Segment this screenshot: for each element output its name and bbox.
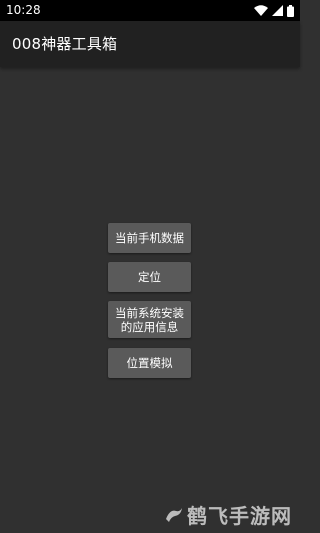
app-title: 008神器工具箱 (12, 35, 118, 53)
location-button[interactable]: 定位 (108, 262, 191, 292)
watermark-text: 鹤飞手游网 (187, 504, 292, 528)
battery-icon (287, 4, 294, 17)
status-bar: 10:28 (0, 0, 300, 21)
wifi-icon (254, 5, 268, 16)
status-icons (254, 4, 294, 17)
main-content: 当前手机数据 定位 当前系统安装的应用信息 位置模拟 (0, 67, 300, 533)
crane-logo-icon (166, 507, 182, 522)
status-time: 10:28 (6, 3, 41, 17)
location-mock-button[interactable]: 位置模拟 (108, 348, 191, 378)
watermark: 鹤飞手游网 (164, 500, 292, 529)
signal-icon (272, 5, 283, 16)
phone-data-button[interactable]: 当前手机数据 (108, 223, 191, 253)
installed-apps-button[interactable]: 当前系统安装的应用信息 (108, 301, 191, 338)
app-bar: 008神器工具箱 (0, 21, 300, 67)
